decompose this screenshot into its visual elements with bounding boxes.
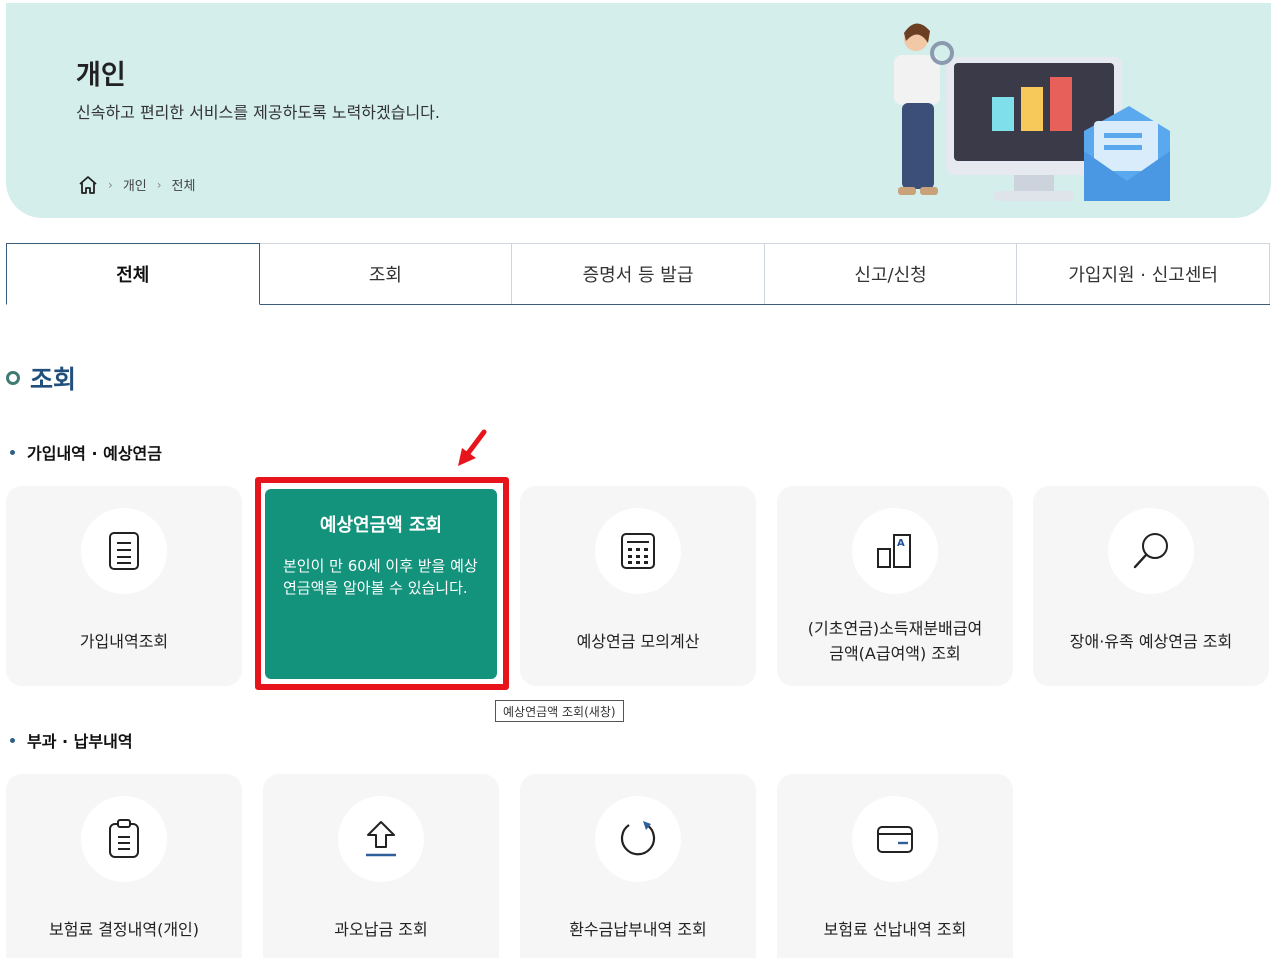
card-label: 장애·유족 예상연금 조회: [1069, 632, 1233, 651]
icon-circle: [81, 508, 167, 594]
page-title: 개인: [76, 60, 126, 91]
page-banner: 개인 신속하고 편리한 서비스를 제공하도록 노력하겠습니다. › 개인 › 전…: [6, 3, 1271, 218]
card-label: (기초연금)소득재분배급여 금액(A급여액) 조회: [777, 616, 1013, 666]
icon-circle: [852, 796, 938, 882]
card-label: 보험료 선납내역 조회: [823, 920, 967, 939]
section-title-text: 조회: [30, 365, 77, 394]
highlight-box: [255, 477, 509, 690]
breadcrumb-item[interactable]: 전체: [172, 175, 196, 194]
card-prepayment[interactable]: 보험료 선납내역 조회: [777, 774, 1013, 958]
clipboard-icon: [107, 819, 141, 859]
section-title: 조회: [6, 360, 76, 396]
icon-circle: [81, 796, 167, 882]
group-title-text: 부과 · 납부내역: [27, 732, 133, 751]
group-title-subscription: 가입내역 · 예상연금: [10, 440, 162, 464]
card-pension-simulation[interactable]: 예상연금 모의계산: [520, 486, 756, 686]
dot-bullet-icon: [10, 449, 15, 455]
icon-circle: [1108, 508, 1194, 594]
dot-bullet-icon: [10, 737, 15, 743]
card-premium-decision[interactable]: 보험료 결정내역(개인): [6, 774, 242, 958]
card-disability-survivor-pension[interactable]: 장애·유족 예상연금 조회: [1033, 486, 1269, 686]
graph-a-icon: A: [876, 533, 914, 569]
icon-circle: [595, 508, 681, 594]
card-income-redistribution[interactable]: A (기초연금)소득재분배급여 금액(A급여액) 조회: [777, 486, 1013, 686]
icon-circle: [338, 796, 424, 882]
card-label: 과오납금 조회: [334, 920, 428, 939]
card-label: 가입내역조회: [79, 632, 169, 651]
group-title-text: 가입내역 · 예상연금: [27, 444, 162, 463]
calculator-icon: [620, 532, 656, 570]
ring-bullet-icon: [6, 371, 20, 385]
card-label-line1: (기초연금)소득재분배급여: [807, 619, 983, 638]
tab-support-center[interactable]: 가입지원 · 신고센터: [1017, 243, 1270, 304]
upload-arrow-icon: [364, 819, 398, 859]
refresh-icon: [617, 818, 659, 860]
card-overpayment[interactable]: 과오납금 조회: [263, 774, 499, 958]
chevron-right-icon: ›: [156, 177, 162, 192]
home-icon[interactable]: [78, 175, 98, 194]
tab-report[interactable]: 신고/신청: [764, 243, 1018, 304]
card-label: 보험료 결정내역(개인): [48, 920, 200, 939]
document-icon: [107, 531, 141, 571]
breadcrumb: › 개인 › 전체: [78, 175, 195, 194]
red-arrow-icon: [452, 428, 492, 472]
wallet-icon: [876, 823, 914, 855]
icon-circle: A: [852, 508, 938, 594]
chevron-right-icon: ›: [108, 177, 113, 192]
tab-all[interactable]: 전체: [6, 243, 260, 305]
group-title-payment: 부과 · 납부내역: [10, 728, 133, 752]
svg-text:A: A: [897, 538, 905, 549]
category-tabs: 전체 조회 증명서 등 발급 신고/신청 가입지원 · 신고센터: [6, 243, 1270, 305]
tab-certificate[interactable]: 증명서 등 발급: [512, 243, 765, 304]
card-refund-payment[interactable]: 환수금납부내역 조회: [520, 774, 756, 958]
magnifier-icon: [1131, 531, 1171, 571]
banner-illustration: [874, 11, 1174, 211]
page-subtitle: 신속하고 편리한 서비스를 제공하도록 노력하겠습니다.: [76, 103, 440, 122]
card-subscription-history[interactable]: 가입내역조회: [6, 486, 242, 686]
tooltip: 예상연금액 조회(새창): [495, 700, 624, 722]
card-label-line2: 금액(A급여액) 조회: [829, 644, 961, 663]
card-label: 환수금납부내역 조회: [569, 920, 707, 939]
breadcrumb-item[interactable]: 개인: [123, 175, 147, 194]
icon-circle: [595, 796, 681, 882]
card-label: 예상연금 모의계산: [576, 632, 700, 651]
tab-inquiry[interactable]: 조회: [259, 243, 513, 304]
